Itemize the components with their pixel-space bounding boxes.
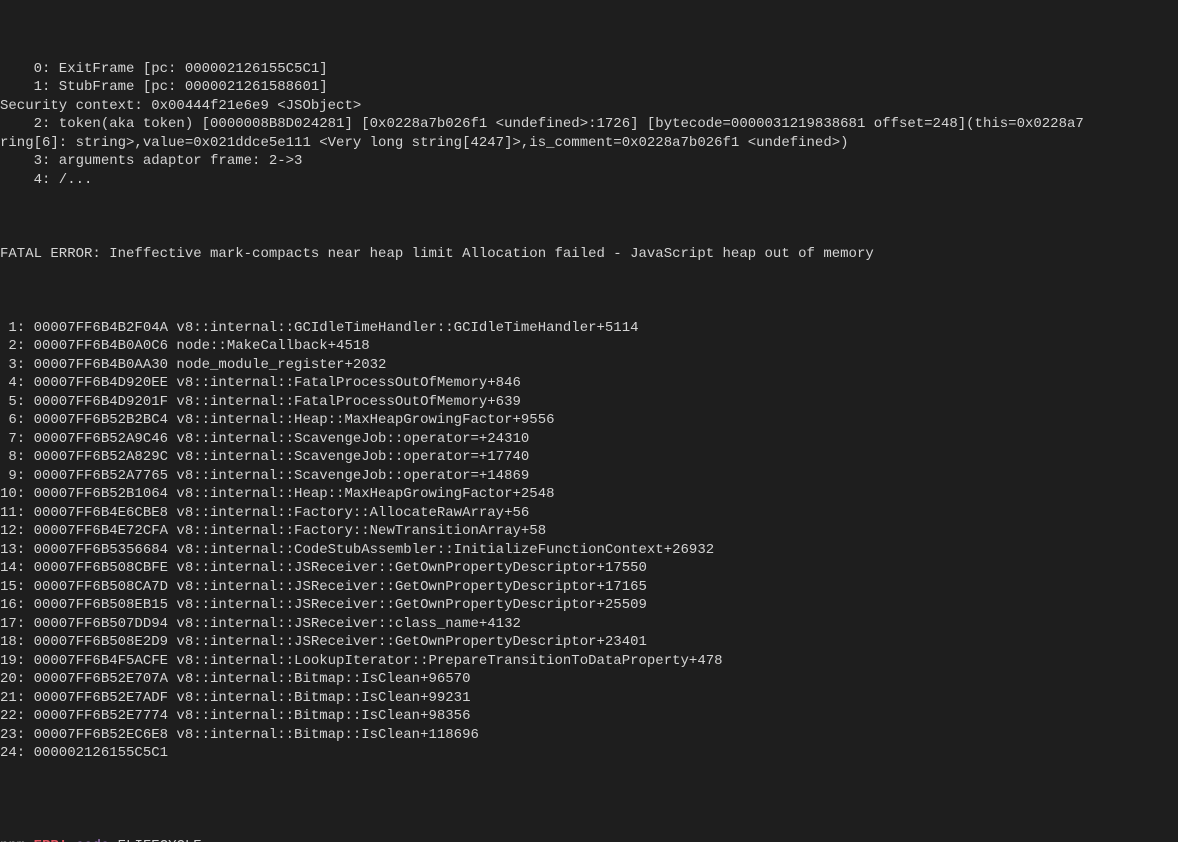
- preamble-line: ring[6]: string>,value=0x021ddce5e111 <V…: [0, 134, 1178, 153]
- stack-frame-line: 24: 000002126155C5C1: [0, 744, 1178, 763]
- stack-frame-line: 1: 00007FF6B4B2F04A v8::internal::GCIdle…: [0, 319, 1178, 338]
- stack-frame-line: 10: 00007FF6B52B1064 v8::internal::Heap:…: [0, 485, 1178, 504]
- stack-frame-line: 15: 00007FF6B508CA7D v8::internal::JSRec…: [0, 578, 1178, 597]
- err-label: ERR!: [34, 838, 68, 842]
- stack-frame-line: 11: 00007FF6B4E6CBE8 v8::internal::Facto…: [0, 504, 1178, 523]
- preamble-line: 4: /...: [0, 171, 1178, 190]
- stack-frame-line: 9: 00007FF6B52A7765 v8::internal::Scaven…: [0, 467, 1178, 486]
- npm-prefix: npm: [0, 838, 25, 842]
- npm-err-code: npm ERR! code ELIFECYCLE: [0, 837, 1178, 842]
- preamble-line: 3: arguments adaptor frame: 2->3: [0, 152, 1178, 171]
- preamble-line: 2: token(aka token) [0000008B8D024281] […: [0, 115, 1178, 134]
- stack-frame-line: 19: 00007FF6B4F5ACFE v8::internal::Looku…: [0, 652, 1178, 671]
- stack-frame-line: 8: 00007FF6B52A829C v8::internal::Scaven…: [0, 448, 1178, 467]
- native-stack-trace: 1: 00007FF6B4B2F04A v8::internal::GCIdle…: [0, 319, 1178, 763]
- err-key-code: code: [76, 838, 110, 842]
- stack-frame-line: 4: 00007FF6B4D920EE v8::internal::FatalP…: [0, 374, 1178, 393]
- stack-frame-line: 18: 00007FF6B508E2D9 v8::internal::JSRec…: [0, 633, 1178, 652]
- stack-frame-line: 20: 00007FF6B52E707A v8::internal::Bitma…: [0, 670, 1178, 689]
- stack-frame-line: 2: 00007FF6B4B0A0C6 node::MakeCallback+4…: [0, 337, 1178, 356]
- fatal-error-line: FATAL ERROR: Ineffective mark-compacts n…: [0, 245, 1178, 264]
- preamble-line: 0: ExitFrame [pc: 000002126155C5C1]: [0, 60, 1178, 79]
- stack-frame-line: 21: 00007FF6B52E7ADF v8::internal::Bitma…: [0, 689, 1178, 708]
- stack-frame-line: 13: 00007FF6B5356684 v8::internal::CodeS…: [0, 541, 1178, 560]
- stack-frame-line: 5: 00007FF6B4D9201F v8::internal::FatalP…: [0, 393, 1178, 412]
- stack-frame-line: 3: 00007FF6B4B0AA30 node_module_register…: [0, 356, 1178, 375]
- stack-frame-line: 7: 00007FF6B52A9C46 v8::internal::Scaven…: [0, 430, 1178, 449]
- terminal-output[interactable]: 0: ExitFrame [pc: 000002126155C5C1] 1: S…: [0, 0, 1178, 842]
- preamble-line: Security context: 0x00444f21e6e9 <JSObje…: [0, 97, 1178, 116]
- preamble-line: 1: StubFrame [pc: 0000021261588601]: [0, 78, 1178, 97]
- stack-frame-line: 22: 00007FF6B52E7774 v8::internal::Bitma…: [0, 707, 1178, 726]
- stack-frame-line: 6: 00007FF6B52B2BC4 v8::internal::Heap::…: [0, 411, 1178, 430]
- stack-frame-line: 16: 00007FF6B508EB15 v8::internal::JSRec…: [0, 596, 1178, 615]
- stack-preamble: 0: ExitFrame [pc: 000002126155C5C1] 1: S…: [0, 60, 1178, 190]
- stack-frame-line: 17: 00007FF6B507DD94 v8::internal::JSRec…: [0, 615, 1178, 634]
- stack-frame-line: 14: 00007FF6B508CBFE v8::internal::JSRec…: [0, 559, 1178, 578]
- stack-frame-line: 12: 00007FF6B4E72CFA v8::internal::Facto…: [0, 522, 1178, 541]
- err-code-value: ELIFECYCLE: [118, 838, 202, 842]
- stack-frame-line: 23: 00007FF6B52EC6E8 v8::internal::Bitma…: [0, 726, 1178, 745]
